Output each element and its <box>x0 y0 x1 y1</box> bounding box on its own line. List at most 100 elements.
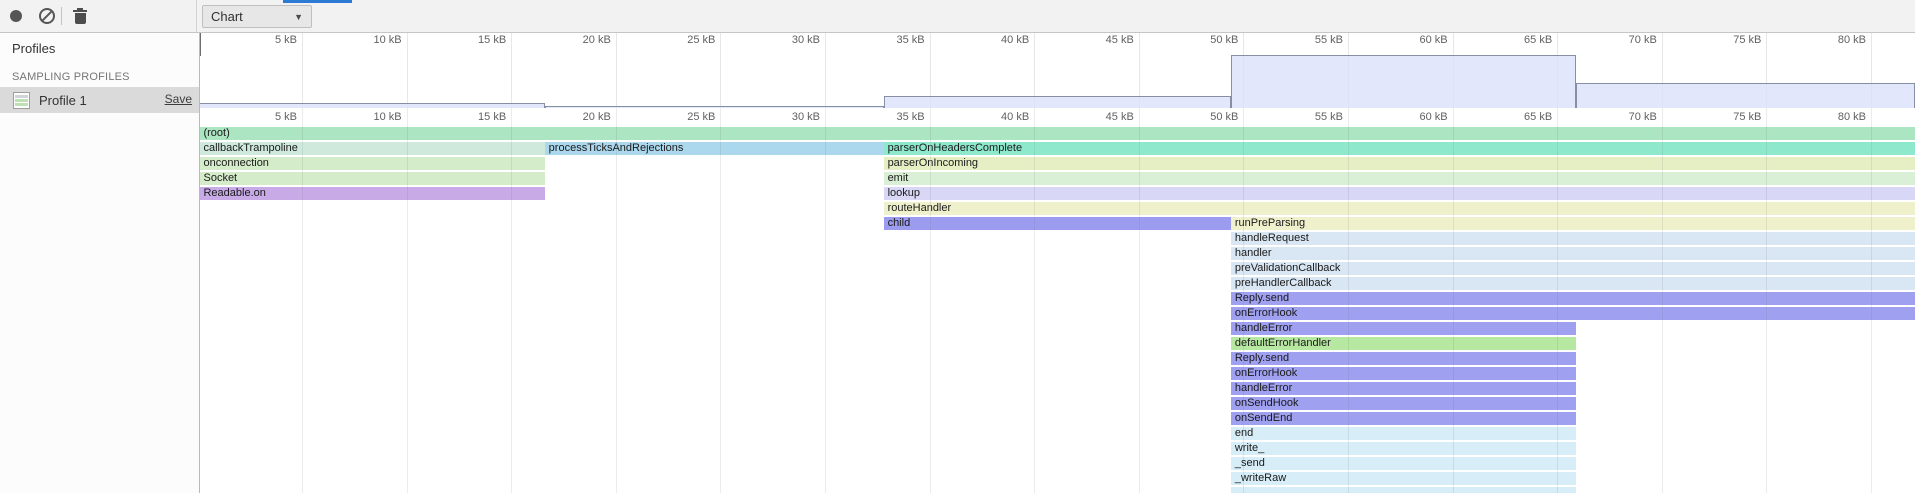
profile-list-item[interactable]: Profile 1 Save <box>0 87 199 113</box>
toolbar: Chart ▼ <box>0 0 1915 33</box>
tick-label: 75 kB <box>1707 111 1761 123</box>
view-mode-select[interactable]: Chart ▼ <box>202 5 312 28</box>
flame-frame[interactable]: Socket <box>199 172 544 185</box>
flame-frame[interactable]: child <box>884 217 1231 230</box>
trash-icon <box>73 8 87 24</box>
flame-frame[interactable]: Readable.on <box>199 187 544 200</box>
gridline <box>511 108 512 493</box>
tick-label: 60 kB <box>1394 34 1448 46</box>
flame-frame[interactable]: Reply.send <box>1231 352 1576 365</box>
tick-label: 30 kB <box>766 34 820 46</box>
tick-label: 40 kB <box>975 34 1029 46</box>
record-button[interactable] <box>8 0 24 32</box>
flame-frame[interactable] <box>1231 487 1576 493</box>
tick-label: 50 kB <box>1184 111 1238 123</box>
gridline <box>825 33 826 107</box>
overview-step <box>884 96 1231 108</box>
flame-frame[interactable]: defaultErrorHandler <box>1231 337 1576 350</box>
gridline <box>1557 108 1558 493</box>
tick-label: 25 kB <box>661 111 715 123</box>
flame-frame[interactable]: (root) <box>199 127 1914 140</box>
flame-frame[interactable]: onErrorHook <box>1231 367 1576 380</box>
tick-label: 70 kB <box>1603 34 1657 46</box>
flame-frame[interactable]: parserOnIncoming <box>884 157 1915 170</box>
overview-step <box>1231 55 1576 108</box>
gridline <box>1766 108 1767 493</box>
tick-label: 30 kB <box>766 111 820 123</box>
flame-frame[interactable]: end <box>1231 427 1576 440</box>
gridline <box>720 33 721 107</box>
tick-label: 45 kB <box>1080 34 1134 46</box>
active-tab-indicator <box>283 0 352 3</box>
profile-name: Profile 1 <box>39 93 87 108</box>
flame-frame[interactable]: handleRequest <box>1231 232 1915 245</box>
flame-frame[interactable]: onconnection <box>199 157 544 170</box>
tick-label: 20 kB <box>557 34 611 46</box>
sidebar-title: Profiles <box>12 41 55 56</box>
tick-label: 65 kB <box>1498 111 1552 123</box>
flame-frame[interactable]: Reply.send <box>1231 292 1915 305</box>
clear-all-button[interactable] <box>39 0 55 32</box>
tick-label: 5 kB <box>243 34 297 46</box>
flame-frame[interactable]: preHandlerCallback <box>1231 277 1915 290</box>
save-profile-link[interactable]: Save <box>165 92 192 106</box>
tick-label: 15 kB <box>452 34 506 46</box>
gridline <box>407 108 408 493</box>
tick-label: 55 kB <box>1289 111 1343 123</box>
block-icon <box>39 8 55 24</box>
gridline <box>1243 108 1244 493</box>
tick-label: 35 kB <box>871 111 925 123</box>
tick-label: 60 kB <box>1394 111 1448 123</box>
flame-frame[interactable]: lookup <box>884 187 1915 200</box>
gridline <box>1139 108 1140 493</box>
flame-frame[interactable]: processTicksAndRejections <box>545 142 884 155</box>
gridline <box>1871 108 1872 493</box>
delete-profile-button[interactable] <box>72 0 88 32</box>
flame-frame[interactable]: parserOnHeadersComplete <box>884 142 1915 155</box>
flame-frame[interactable]: preValidationCallback <box>1231 262 1915 275</box>
tick-label: 50 kB <box>1184 34 1238 46</box>
tick-label: 65 kB <box>1498 34 1552 46</box>
flame-frame[interactable]: _writeRaw <box>1231 472 1576 485</box>
tick-label: 25 kB <box>661 34 715 46</box>
flame-frame[interactable]: handleError <box>1231 382 1576 395</box>
flame-frame[interactable]: routeHandler <box>884 202 1915 215</box>
view-mode-value: Chart <box>211 9 243 24</box>
gridline <box>825 108 826 493</box>
flame-frame[interactable]: _send <box>1231 457 1576 470</box>
gridline <box>302 33 303 107</box>
tick-label: 80 kB <box>1812 111 1866 123</box>
tick-label: 20 kB <box>557 111 611 123</box>
flame-frame[interactable]: write_ <box>1231 442 1576 455</box>
tick-label: 75 kB <box>1707 34 1761 46</box>
tick-label: 10 kB <box>348 34 402 46</box>
toolbar-divider <box>196 0 197 32</box>
flame-frame[interactable]: onSendEnd <box>1231 412 1576 425</box>
flame-frame[interactable]: onErrorHook <box>1231 307 1915 320</box>
flame-frame[interactable]: handleError <box>1231 322 1576 335</box>
memory-profiler-panel: 5 kB 10 kB 15 kB 20 kB 25 kB 30 kB 35 kB 40 kB 4… <box>0 0 1915 493</box>
gridline <box>1453 108 1454 493</box>
chevron-down-icon: ▼ <box>294 12 303 22</box>
gridline <box>1034 108 1035 493</box>
gridline <box>930 108 931 493</box>
gridline <box>511 33 512 107</box>
flame-frame[interactable]: callbackTrampoline <box>199 142 544 155</box>
toolbar-separator <box>61 7 62 25</box>
gridline <box>302 108 303 493</box>
flame-frame[interactable]: emit <box>884 172 1915 185</box>
gridline <box>616 33 617 107</box>
tick-label: 5 kB <box>243 111 297 123</box>
heap-profile-icon <box>13 92 30 109</box>
flame-frame[interactable]: onSendHook <box>1231 397 1576 410</box>
gridline <box>720 108 721 493</box>
overview-step <box>1576 83 1915 108</box>
tick-label: 80 kB <box>1812 34 1866 46</box>
tick-label: 70 kB <box>1603 111 1657 123</box>
tick-label: 15 kB <box>452 111 506 123</box>
gridline <box>1662 108 1663 493</box>
flame-frame[interactable]: handler <box>1231 247 1915 260</box>
tick-label: 40 kB <box>975 111 1029 123</box>
flame-frame[interactable]: runPreParsing <box>1231 217 1915 230</box>
gridline <box>407 33 408 107</box>
